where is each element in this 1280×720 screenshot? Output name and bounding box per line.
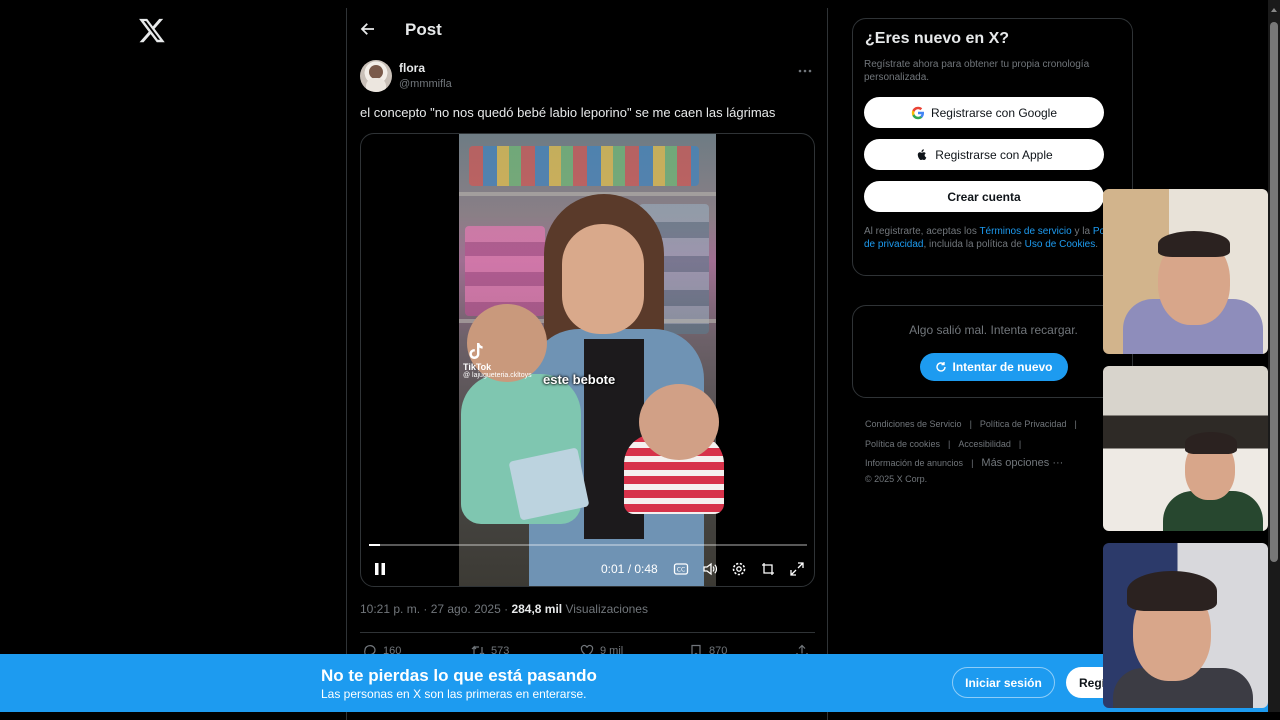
footer-copyright: © 2025 X Corp.	[865, 473, 928, 484]
footer-cookies-link[interactable]: Política de cookies	[865, 439, 940, 449]
scroll-up-arrow-icon[interactable]	[1270, 6, 1278, 14]
avatar[interactable]	[360, 60, 392, 92]
signup-card: ¿Eres nuevo en X? Regístrate ahora para …	[852, 18, 1133, 276]
video-progress-bar[interactable]	[369, 544, 807, 546]
cookies-link[interactable]: Uso de Cookies	[1025, 239, 1096, 250]
login-button[interactable]: Iniciar sesión	[952, 667, 1055, 698]
footer-privacy-link[interactable]: Política de Privacidad	[980, 419, 1067, 429]
divider	[360, 632, 815, 633]
signup-subtitle: Regístrate ahora para obtener tu propia …	[864, 59, 1090, 83]
footer-ads-link[interactable]: Información de anuncios	[865, 458, 963, 468]
post-timestamp[interactable]: 10:21 p. m. · 27 ago. 2025 ·	[360, 602, 511, 616]
scrollbar-thumb[interactable]	[1270, 22, 1278, 562]
retry-label: Intentar de nuevo	[952, 360, 1053, 374]
view-count: 284,8 mil	[511, 602, 563, 616]
post-column: Post flora @mmmifla el concepto "no nos …	[346, 8, 828, 720]
banner-subtitle: Las personas en X son las primeras en en…	[321, 687, 587, 701]
signup-title: ¿Eres nuevo en X?	[865, 30, 1010, 47]
apple-signup-label: Registrarse con Apple	[935, 147, 1053, 162]
apple-signup-button[interactable]: Registrarse con Apple	[864, 139, 1104, 170]
post-meta: 10:21 p. m. · 27 ago. 2025 · 284,8 mil V…	[360, 602, 648, 616]
video-progress-fill	[369, 544, 380, 546]
terms-link[interactable]: Términos de servicio	[979, 226, 1071, 237]
error-message: Algo salió mal. Intenta recargar.	[909, 323, 1078, 337]
footer-links: Condiciones de Servicio | Política de Priv…	[865, 419, 1077, 484]
legal-mid2: , incluida la política de	[923, 239, 1025, 250]
webcam-tile	[1103, 366, 1268, 531]
google-signup-button[interactable]: Registrarse con Google	[864, 97, 1104, 128]
refresh-icon	[936, 362, 947, 372]
picture-in-picture-icon[interactable]	[760, 561, 776, 577]
views-label: Visualizaciones	[562, 602, 648, 616]
post-header: Post	[347, 8, 827, 52]
create-account-label: Crear cuenta	[947, 189, 1021, 204]
tiktok-watermark-handle: @ lajugueteria.ckltoys	[463, 372, 532, 379]
video-caption: este bebote	[543, 372, 616, 387]
x-logo-icon[interactable]	[138, 16, 166, 44]
webcam-tile	[1103, 543, 1268, 708]
banner-title: No te pierdas lo que está pasando	[321, 666, 597, 685]
apple-icon	[918, 148, 927, 160]
video-player[interactable]: TikTok @ lajugueteria.ckltoys este bebot…	[360, 133, 815, 587]
author-name[interactable]: flora	[399, 61, 425, 75]
pause-icon[interactable]	[373, 562, 387, 576]
fullscreen-icon[interactable]	[789, 561, 805, 577]
video-frame[interactable]: TikTok @ lajugueteria.ckltoys este bebot…	[459, 134, 724, 586]
post-text: el concepto "no nos quedó bebé labio lep…	[360, 105, 776, 120]
footer-accessibility-link[interactable]: Accesibilidad	[958, 439, 1011, 449]
back-arrow-icon[interactable]	[359, 20, 377, 38]
retry-button[interactable]: Intentar de nuevo	[920, 353, 1068, 381]
footer-terms-link[interactable]: Condiciones de Servicio	[865, 419, 962, 429]
tiktok-icon	[469, 343, 483, 359]
signup-legal-text: Al registrarte, aceptas los Términos de …	[864, 225, 1129, 251]
error-card: Algo salió mal. Intenta recargar. Intent…	[852, 305, 1133, 398]
volume-icon[interactable]	[702, 561, 718, 577]
video-time: 0:01 / 0:48	[601, 562, 658, 576]
webcam-tile	[1103, 189, 1268, 354]
google-icon	[911, 106, 924, 119]
settings-gear-icon[interactable]	[731, 561, 747, 577]
login-banner: No te pierdas lo que está pasando Las pe…	[0, 654, 1280, 712]
svg-text:CC: CC	[677, 567, 685, 574]
legal-prefix: Al registrarte, aceptas los	[864, 226, 980, 237]
more-options-icon[interactable]	[797, 64, 813, 78]
google-signup-label: Registrarse con Google	[930, 105, 1058, 120]
legal-mid1: y la	[1071, 226, 1093, 237]
legal-end: .	[1095, 239, 1099, 250]
page-title: Post	[405, 20, 442, 39]
tiktok-watermark-label: TikTok	[463, 362, 492, 372]
create-account-button[interactable]: Crear cuenta	[864, 181, 1104, 212]
captions-icon[interactable]: CC	[673, 561, 689, 577]
footer-more-link[interactable]: Más opciones ···	[981, 457, 1063, 469]
author-handle[interactable]: @mmmifla	[399, 78, 452, 90]
